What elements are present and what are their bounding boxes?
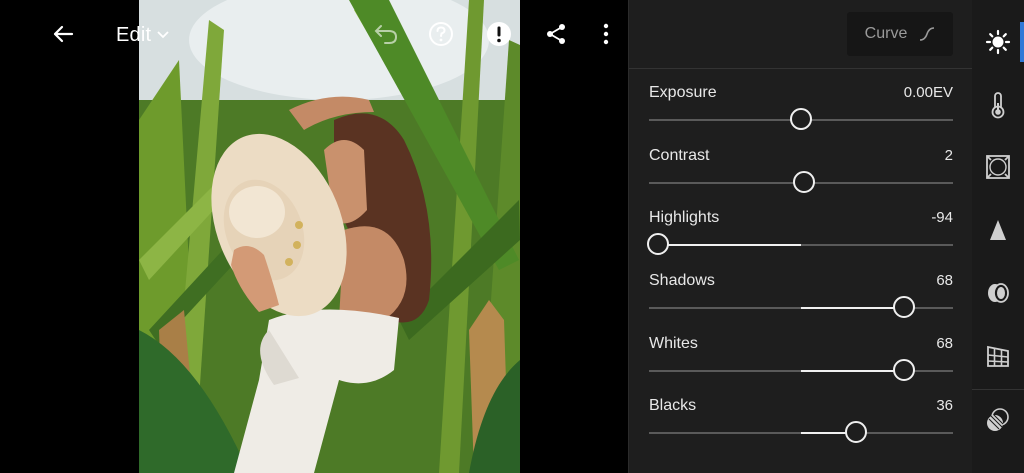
effects-tool-button[interactable] (972, 145, 1024, 189)
color-tool-button[interactable] (972, 83, 1024, 127)
slider-value[interactable]: -94 (931, 209, 953, 226)
slider-fill (801, 307, 904, 309)
more-vertical-icon (603, 23, 609, 45)
alert-button[interactable] (481, 16, 517, 52)
slider-name: Shadows (649, 272, 715, 289)
slider-track[interactable] (649, 359, 953, 381)
photo-canvas[interactable] (139, 0, 520, 473)
curve-button[interactable]: Curve (847, 12, 953, 56)
slider-fill (801, 370, 904, 372)
slider-name: Exposure (649, 84, 717, 101)
edit-mode-label: Edit (116, 23, 152, 46)
slider-knob[interactable] (845, 421, 867, 443)
geometry-icon (987, 345, 1009, 367)
slider-value[interactable]: 2 (945, 147, 953, 164)
panel-header: Curve (629, 0, 973, 69)
slider-name: Blacks (649, 397, 697, 414)
optics-icon (988, 283, 1009, 303)
slider-value[interactable]: 36 (936, 397, 953, 414)
color-icon (991, 92, 1005, 119)
light-tool-button[interactable] (972, 20, 1024, 64)
slider-track[interactable] (649, 421, 953, 443)
arrow-left-icon (53, 25, 74, 43)
slider-knob[interactable] (893, 296, 915, 318)
slider-track[interactable] (649, 171, 953, 193)
slider-value[interactable]: 0.00EV (904, 84, 953, 101)
slider-track[interactable] (649, 108, 953, 130)
help-icon (429, 22, 453, 46)
slider-highlights: Highlights -94 (647, 209, 953, 269)
slider-knob[interactable] (793, 171, 815, 193)
share-button[interactable] (538, 16, 574, 52)
curve-label: Curve (864, 25, 908, 42)
slider-whites: Whites 68 (649, 335, 953, 395)
rail-divider (972, 389, 1024, 390)
slider-knob[interactable] (893, 359, 915, 381)
edit-mode-dropdown[interactable]: Edit (116, 20, 169, 50)
slider-knob[interactable] (647, 233, 669, 255)
more-options-button[interactable] (588, 16, 624, 52)
slider-exposure: Exposure 0.00EV (649, 84, 953, 144)
alert-icon (487, 22, 511, 46)
slider-blacks: Blacks 36 (649, 397, 953, 457)
light-panel: Curve Exposure 0.00EV Contrast 2 Highlig… (628, 0, 973, 473)
slider-value[interactable]: 68 (936, 335, 953, 352)
slider-value[interactable]: 68 (936, 272, 953, 289)
tool-rail (972, 0, 1024, 473)
slider-name: Contrast (649, 147, 710, 164)
back-button[interactable] (45, 16, 81, 52)
slider-track[interactable] (649, 296, 953, 318)
help-button[interactable] (423, 16, 459, 52)
photo-image (139, 0, 520, 473)
slider-knob[interactable] (790, 108, 812, 130)
photo-viewer: Edit (0, 0, 628, 473)
slider-contrast: Contrast 2 (649, 147, 953, 207)
slider-name: Highlights (649, 209, 720, 226)
geometry-tool-button[interactable] (972, 334, 1024, 378)
slider-fill (658, 244, 801, 246)
slider-track[interactable] (647, 233, 953, 255)
chevron-down-icon (157, 31, 169, 39)
masking-tool-button[interactable] (972, 398, 1024, 442)
undo-button[interactable] (368, 16, 404, 52)
share-icon (547, 24, 565, 44)
masking-icon (987, 408, 1009, 431)
slider-name: Whites (649, 335, 698, 352)
detail-icon (990, 220, 1006, 240)
undo-icon (374, 25, 398, 44)
light-icon (985, 29, 1011, 55)
optics-tool-button[interactable] (972, 271, 1024, 315)
effects-icon (986, 155, 1010, 179)
curve-icon (920, 27, 935, 41)
slider-shadows: Shadows 68 (649, 272, 953, 332)
detail-tool-button[interactable] (972, 208, 1024, 252)
